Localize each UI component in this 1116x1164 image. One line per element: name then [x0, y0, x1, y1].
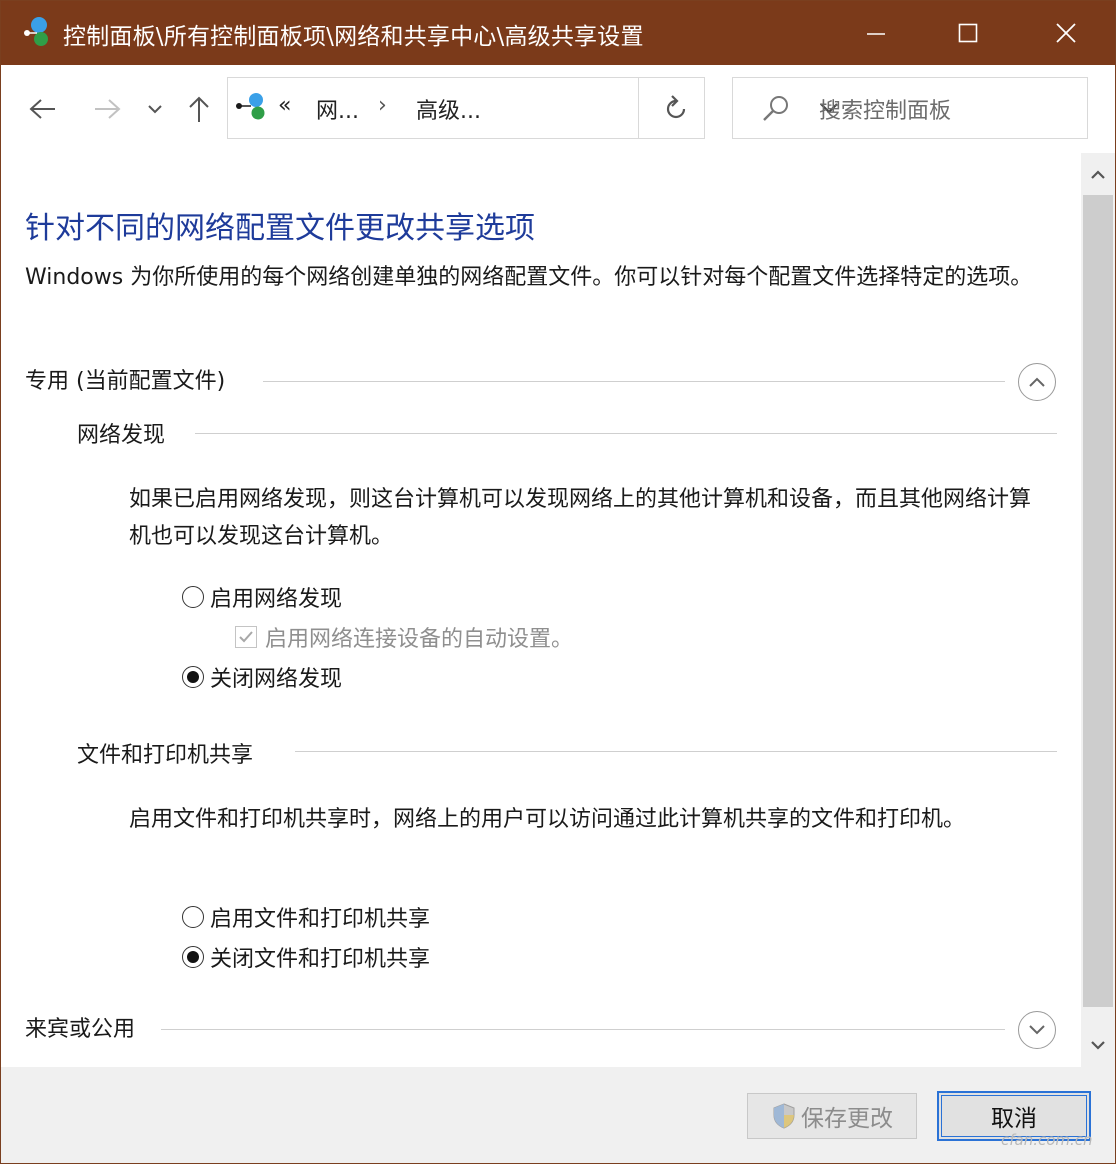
refresh-icon [666, 95, 686, 119]
divider [195, 433, 1057, 434]
network-icon [236, 93, 265, 120]
recent-locations-button[interactable] [145, 91, 165, 127]
radio-selected-dot [187, 951, 199, 963]
network-discovery-heading: 网络发现 [77, 423, 166, 448]
radio-disable-network-discovery[interactable]: 关闭网络发现 [182, 661, 342, 693]
search-box[interactable]: 搜索控制面板 [732, 77, 1088, 139]
checkbox[interactable] [235, 626, 257, 648]
close-button[interactable] [1021, 1, 1111, 65]
uac-shield-icon [773, 1103, 795, 1129]
file-printer-sharing-heading: 文件和打印机共享 [77, 743, 254, 768]
minimize-button[interactable] [831, 1, 921, 65]
radio-button[interactable] [182, 586, 204, 608]
breadcrumb-overflow[interactable]: « [278, 93, 291, 118]
search-icon [763, 96, 788, 121]
divider [161, 1029, 1005, 1030]
back-button[interactable] [27, 91, 59, 127]
breadcrumb-separator[interactable]: › [378, 93, 387, 118]
vertical-scrollbar[interactable] [1081, 153, 1115, 1067]
forward-button[interactable] [91, 91, 123, 127]
minimize-icon [867, 33, 885, 35]
breadcrumb-item[interactable]: 网... [316, 93, 359, 125]
content-area: 针对不同的网络配置文件更改共享选项 Windows 为你所使用的每个网络创建单独… [1, 153, 1081, 1067]
private-profile-heading[interactable]: 专用 (当前配置文件) [25, 363, 225, 395]
navigation-bar: « 网... › 高级... 搜索控制面板 [1, 65, 1115, 153]
refresh-button[interactable] [662, 92, 690, 126]
checkbox-auto-setup[interactable]: 启用网络连接设备的自动设置。 [235, 621, 573, 653]
address-bar[interactable]: « 网... › 高级... [227, 77, 838, 139]
scroll-down-button[interactable] [1081, 1029, 1115, 1061]
arrow-right-icon [95, 99, 121, 119]
chevron-up-icon [1029, 377, 1045, 387]
window-title: 控制面板\所有控制面板项\网络和共享中心\高级共享设置 [63, 24, 644, 50]
save-label: 保存更改 [801, 1106, 893, 1132]
expand-guest-button[interactable] [1018, 1011, 1056, 1049]
title-bar[interactable]: 控制面板\所有控制面板项\网络和共享中心\高级共享设置 [1, 1, 1115, 65]
option-label: 启用文件和打印机共享 [210, 907, 431, 932]
dialog-footer: 保存更改 取消 cfan.com.cn [1, 1067, 1115, 1163]
breadcrumb-item[interactable]: 高级... [416, 93, 481, 125]
radio-selected-dot [187, 671, 199, 683]
page-title: 针对不同的网络配置文件更改共享选项 [25, 211, 535, 246]
window: 控制面板\所有控制面板项\网络和共享中心\高级共享设置 « 网... › 高级.… [0, 0, 1116, 1164]
divider [295, 751, 1057, 752]
radio-disable-file-sharing[interactable]: 关闭文件和打印机共享 [182, 941, 430, 973]
network-icon [24, 17, 48, 46]
address-divider [638, 77, 639, 139]
page-description: Windows 为你所使用的每个网络创建单独的网络配置文件。你可以针对每个配置文… [25, 265, 1033, 290]
close-icon [1056, 23, 1076, 43]
arrow-left-icon [29, 99, 55, 119]
cancel-label: 取消 [991, 1106, 1037, 1132]
maximize-button[interactable] [923, 1, 1013, 65]
radio-enable-network-discovery[interactable]: 启用网络发现 [182, 581, 342, 613]
chevron-down-icon [1091, 1041, 1105, 1050]
maximize-icon [958, 23, 978, 43]
radio-button[interactable] [182, 666, 204, 688]
save-changes-button[interactable]: 保存更改 [747, 1093, 917, 1139]
chevron-down-icon [1029, 1025, 1045, 1035]
divider [263, 381, 1005, 382]
chevron-down-icon [148, 105, 162, 114]
radio-button[interactable] [182, 946, 204, 968]
option-label: 启用网络连接设备的自动设置。 [265, 627, 574, 652]
network-discovery-description: 如果已启用网络发现，则这台计算机可以发现网络上的其他计算机和设备，而且其他网络计… [129, 487, 1032, 549]
radio-enable-file-sharing[interactable]: 启用文件和打印机共享 [182, 901, 430, 933]
option-label: 关闭网络发现 [210, 667, 343, 692]
option-label: 启用网络发现 [210, 587, 343, 612]
guest-profile-heading[interactable]: 来宾或公用 [25, 1011, 135, 1043]
checkmark-icon [239, 631, 253, 643]
radio-button[interactable] [182, 906, 204, 928]
collapse-private-button[interactable] [1018, 363, 1056, 401]
file-printer-sharing-description: 启用文件和打印机共享时，网络上的用户可以访问通过此计算机共享的文件和打印机。 [129, 807, 966, 832]
scroll-up-button[interactable] [1081, 159, 1115, 191]
arrow-up-icon [189, 96, 209, 122]
search-input[interactable]: 搜索控制面板 [819, 93, 951, 125]
chevron-up-icon [1091, 170, 1105, 179]
up-button[interactable] [185, 91, 213, 127]
scrollbar-thumb[interactable] [1083, 195, 1113, 1007]
option-label: 关闭文件和打印机共享 [210, 947, 431, 972]
watermark: cfan.com.cn [1001, 1131, 1093, 1149]
